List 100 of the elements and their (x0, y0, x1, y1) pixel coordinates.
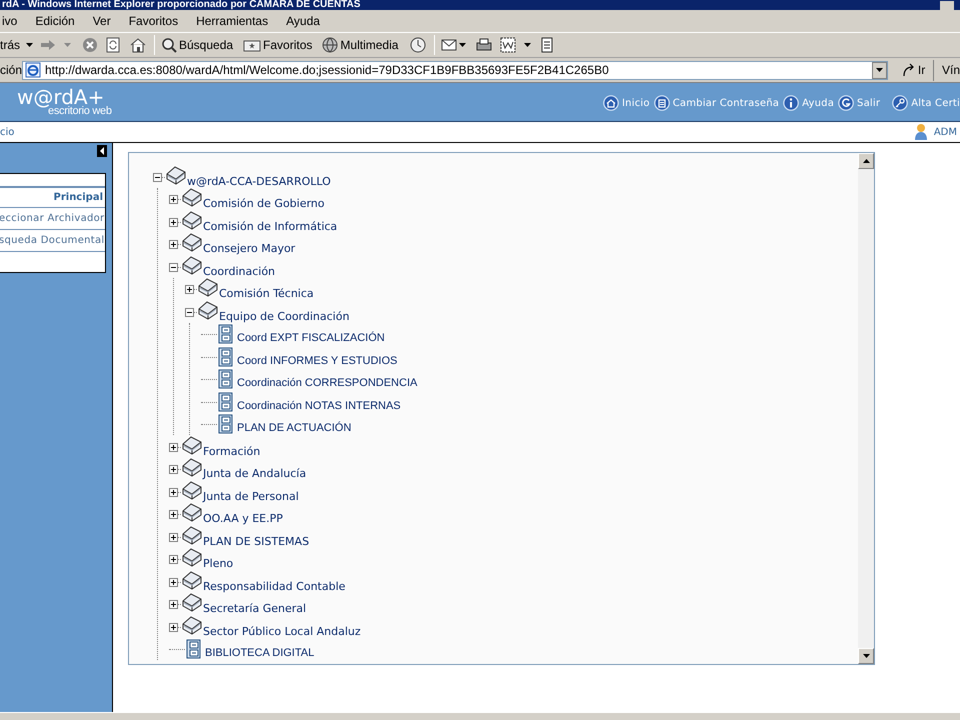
home-button[interactable] (130, 37, 146, 53)
tree-item[interactable]: BIBLIOTECA DIGITAL (205, 647, 314, 660)
history-button[interactable] (410, 37, 426, 53)
folder-icon (181, 592, 203, 612)
tree-item[interactable]: PLAN DE SISTEMAS (203, 534, 310, 548)
refresh-button[interactable] (106, 37, 120, 53)
search-button[interactable]: Búsqueda (161, 36, 234, 54)
tree-item[interactable]: Pleno (203, 557, 234, 570)
filing-cabinet-icon (217, 324, 234, 344)
tree-item[interactable]: Equipo de Coordinación (219, 310, 350, 322)
expand-button[interactable] (169, 532, 178, 542)
plus-icon (186, 286, 193, 293)
folder-icon (181, 480, 203, 500)
folder-icon (181, 457, 203, 477)
scroll-down-button[interactable] (858, 648, 874, 664)
mail-button[interactable] (441, 38, 466, 52)
dropdown-button[interactable] (872, 62, 888, 78)
panel-heading: Principal (0, 188, 105, 208)
page-icon (25, 62, 41, 78)
expand-button[interactable] (169, 600, 178, 609)
document-icon (500, 37, 516, 53)
tree-item[interactable]: Junta de Personal (203, 490, 299, 502)
address-label: ción (0, 62, 20, 79)
collapse-button[interactable] (169, 262, 178, 272)
favorites-button[interactable]: Favoritos (243, 36, 312, 54)
filing-cabinet-icon (217, 392, 234, 412)
url-text: http://dwarda.cca.es:8080/wardA/html/Welcome.do;jsessionid=79D33CF1B9FBB35693FE5F2B41C265B0 (45, 62, 610, 79)
menu-item[interactable]: Edición (33, 12, 77, 30)
menu-item[interactable]: ivo (0, 12, 20, 30)
user-icon (914, 123, 928, 141)
tree-item[interactable]: Secretaría General (203, 602, 306, 615)
go-button[interactable]: Ir (894, 60, 934, 80)
menu-item[interactable]: Ayuda (284, 12, 322, 30)
plus-icon (170, 578, 177, 586)
scroll-up-button[interactable] (858, 153, 874, 169)
filing-cabinet-icon (217, 414, 234, 434)
collapse-button[interactable] (97, 145, 107, 157)
caret-icon (862, 159, 870, 163)
tree-item[interactable]: w@rdA-CCA-DESARROLLO (187, 174, 331, 188)
mail-icon (441, 38, 458, 52)
menu-item[interactable]: Herramientas (194, 12, 270, 30)
folder-icon (181, 254, 203, 274)
stop-button[interactable] (82, 37, 98, 53)
tree-item[interactable]: Sector Público Local Andaluz (203, 624, 361, 638)
tree-item[interactable]: Formación (203, 444, 260, 458)
tree-item[interactable]: OO.AA y EE.PP (203, 512, 283, 525)
collapse-button[interactable] (153, 172, 162, 182)
triangle-left-icon (100, 147, 104, 155)
caret-icon (459, 43, 466, 47)
globe-icon (322, 37, 338, 53)
collapse-button[interactable] (185, 308, 194, 316)
tree-item[interactable]: Coordinación (203, 264, 276, 278)
expand-button[interactable] (169, 218, 178, 226)
filing-cabinet-icon (217, 369, 234, 389)
folder-icon (165, 164, 187, 184)
tree-item[interactable]: Coordinación CORRESPONDENCIA (237, 377, 418, 390)
folder-icon (181, 187, 203, 207)
expand-button[interactable] (169, 442, 178, 452)
tree-item[interactable]: PLAN DE ACTUACIÓN (237, 422, 352, 435)
expand-button[interactable] (169, 488, 178, 496)
menu-item[interactable]: Favoritos (126, 12, 180, 30)
links-label[interactable]: Vín (942, 61, 960, 79)
discuss-button[interactable] (541, 37, 554, 53)
media-button[interactable]: Multimedia (322, 36, 398, 54)
tree-item[interactable]: Coord EXPT FISCALIZACIÓN (237, 332, 385, 345)
plus-icon (170, 196, 177, 203)
expand-button[interactable] (185, 285, 194, 294)
tree-item[interactable]: Responsabilidad Contable (203, 580, 346, 592)
tree-item[interactable]: Consejero Mayor (203, 242, 296, 255)
breadcrumb-link[interactable]: cio (0, 124, 14, 140)
plus-icon (170, 601, 177, 608)
info-icon (783, 95, 800, 111)
folder-icon (181, 434, 203, 454)
expand-button[interactable] (169, 465, 178, 474)
plus-icon (170, 511, 177, 518)
folder-icon (181, 547, 203, 567)
tree-item[interactable]: Comisión Técnica (219, 287, 314, 300)
address-field[interactable]: http://dwarda.cca.es:8080/wardA/html/Welcome.do;jsessionid=79D33CF1B9FBB35693FE5F2B41C265B0 (22, 60, 888, 80)
expand-button[interactable] (169, 510, 178, 519)
logo-subtitle: escritorio web (48, 106, 112, 117)
expand-button[interactable] (169, 578, 178, 586)
tree-item[interactable]: Junta de Andalucía (203, 467, 306, 480)
print-button[interactable] (476, 38, 492, 52)
expand-button[interactable] (169, 240, 178, 249)
plus-icon (170, 488, 177, 496)
tree-item[interactable]: Comisión de Informática (203, 220, 338, 232)
arrow-right-icon (40, 39, 56, 51)
edit-button[interactable] (500, 37, 532, 53)
plus-icon (170, 444, 177, 450)
scrollbar[interactable] (858, 153, 874, 664)
tree-item[interactable]: Coord INFORMES Y ESTUDIOS (237, 354, 398, 368)
expand-button[interactable] (169, 555, 178, 564)
caret-icon (876, 68, 884, 72)
plus-icon (170, 624, 177, 630)
back-button[interactable]: trás (0, 36, 22, 54)
menu-item[interactable]: Ver (90, 12, 113, 30)
expand-button[interactable] (169, 195, 178, 204)
tree-item[interactable]: Comisión de Gobierno (203, 197, 325, 210)
tree-item[interactable]: Coordinación NOTAS INTERNAS (237, 400, 401, 412)
expand-button[interactable] (169, 622, 178, 632)
